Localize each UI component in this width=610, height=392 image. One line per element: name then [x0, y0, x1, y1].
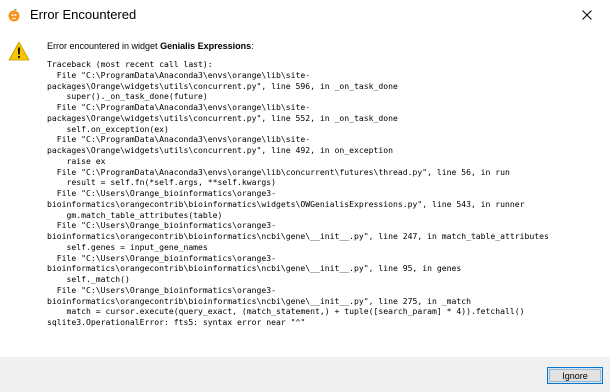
traceback-line: File "C:\Users\Orange_bioinformatics\ora…	[47, 188, 277, 198]
traceback-line: self._match()	[47, 274, 130, 284]
ignore-button[interactable]: Ignore	[547, 367, 603, 384]
traceback-line: File "C:\ProgramData\Anaconda3\envs\oran…	[47, 69, 311, 80]
traceback-line: bioinformatics\orangecontrib\bioinformat…	[47, 295, 471, 306]
traceback-text[interactable]: Traceback (most recent call last): File …	[47, 59, 549, 328]
traceback-line: bioinformatics\orangecontrib\bioinformat…	[47, 198, 525, 209]
traceback-line: self.genes = input_gene_names	[47, 241, 208, 252]
traceback-line: Traceback (most recent call last):	[47, 59, 213, 69]
close-button[interactable]	[564, 0, 610, 30]
dialog-content: Error encountered in widget Genialis Exp…	[0, 30, 610, 357]
traceback-line: File "C:\ProgramData\Anaconda3\envs\oran…	[47, 102, 311, 112]
message-prefix: Error encountered in widget	[47, 41, 161, 51]
traceback-line: File "C:\Users\Orange_bioinformatics\ora…	[47, 252, 277, 263]
widget-name: Genialis Expressions	[160, 41, 252, 51]
warning-icon	[8, 41, 30, 61]
button-bar: Ignore	[0, 357, 610, 392]
traceback-line: raise ex	[47, 155, 106, 166]
traceback-line: packages\Orange\widgets\utils\concurrent…	[47, 80, 398, 91]
title-bar[interactable]: Error Encountered	[0, 0, 610, 30]
traceback-line: File "C:\Users\Orange_bioinformatics\ora…	[47, 220, 277, 231]
traceback-line: File "C:\ProgramData\Anaconda3\envs\oran…	[47, 134, 311, 145]
window-title: Error Encountered	[30, 7, 137, 22]
close-icon	[582, 10, 592, 20]
orange-app-icon	[7, 8, 21, 22]
message-suffix: :	[251, 41, 254, 51]
error-dialog: Error Encountered Error encountered in w…	[0, 0, 610, 392]
traceback-line: match = cursor.execute(query_exact, (mat…	[47, 306, 525, 317]
traceback-line: packages\Orange\widgets\utils\concurrent…	[47, 145, 393, 155]
traceback-line: sqlite3.OperationalError: fts5: syntax e…	[47, 317, 306, 327]
traceback-line: File "C:\ProgramData\Anaconda3\envs\oran…	[47, 166, 510, 177]
traceback-line: result = self.fn(*self.args, **self.kwar…	[47, 177, 277, 188]
traceback-line: File "C:\Users\Orange_bioinformatics\ora…	[47, 284, 277, 295]
traceback-line: self.on_exception(ex)	[47, 123, 169, 134]
traceback-line: bioinformatics\orangecontrib\bioinformat…	[47, 263, 462, 274]
traceback-line: bioinformatics\orangecontrib\bioinformat…	[47, 231, 549, 241]
traceback-line: gm.match_table_attributes(table)	[47, 209, 223, 220]
traceback-line: packages\Orange\widgets\utils\concurrent…	[47, 112, 398, 123]
error-message: Error encountered in widget Genialis Exp…	[47, 41, 254, 51]
traceback-line: super()._on_task_done(future)	[47, 91, 208, 102]
